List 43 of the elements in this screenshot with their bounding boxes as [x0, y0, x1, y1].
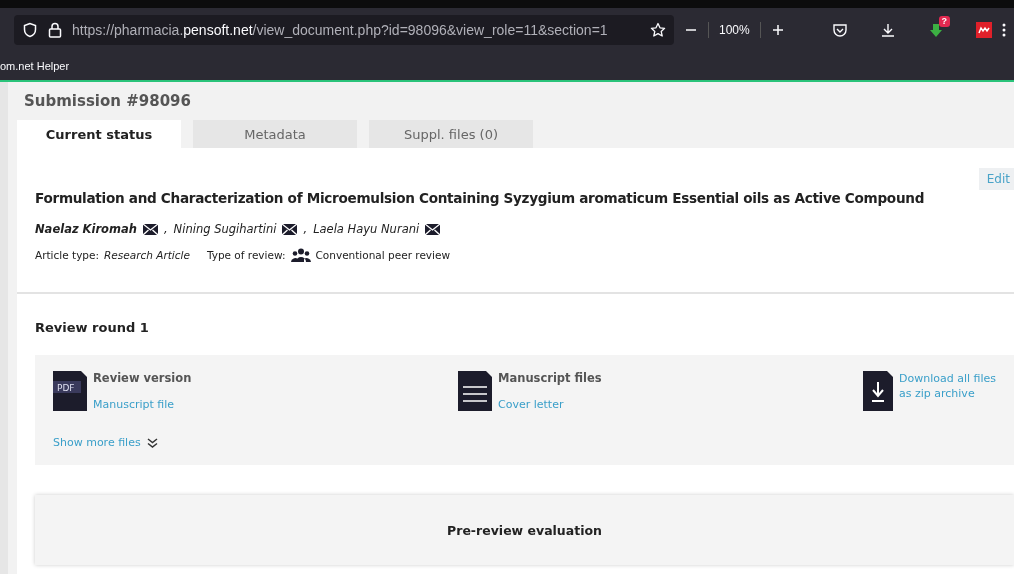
section-title: Review round 1	[35, 320, 150, 335]
envelope-icon[interactable]	[282, 223, 298, 235]
menu-icon[interactable]	[1002, 23, 1006, 37]
zoom-in-icon[interactable]	[770, 23, 785, 37]
article-type: Research Article	[104, 249, 190, 261]
pdf-file-icon[interactable]: PDF	[53, 371, 87, 411]
tab[interactable]: Suppl. files (0)	[369, 120, 533, 148]
envelope-icon[interactable]	[142, 223, 158, 235]
article-title: Formulation and Characterization of Microemulsion Containing Syzygium aromaticum Essential oils as Active Compound	[35, 190, 926, 206]
download-icon[interactable]	[880, 22, 896, 38]
review-type: Conventional peer review	[315, 249, 451, 261]
download-file-icon[interactable]	[863, 371, 893, 411]
show-more-link[interactable]: Show more files	[53, 436, 141, 449]
author-name: Nining Sugihartini	[173, 222, 277, 236]
submission-title: Submission #98096	[24, 92, 192, 110]
file-link[interactable]: Cover letter	[498, 398, 564, 411]
file-link[interactable]: Manuscript file	[93, 398, 175, 411]
comma: ,	[303, 222, 308, 236]
pocket-icon[interactable]	[832, 22, 848, 38]
people-icon	[290, 248, 311, 262]
envelope-icon[interactable]	[425, 223, 441, 235]
double-chevron-icon[interactable]	[146, 437, 158, 448]
field-label: Type of review:	[206, 249, 286, 261]
edit-button[interactable]: Edit	[978, 168, 1014, 190]
file-group-title: Review version	[93, 371, 192, 385]
tab[interactable]: Metadata	[193, 120, 357, 148]
file-group-title: Manuscript files	[498, 371, 602, 385]
tab[interactable]: Current status	[17, 120, 181, 148]
extension-icon[interactable]	[928, 22, 944, 38]
field-label: Article type:	[35, 249, 99, 261]
author-name: Laela Hayu Nurani	[313, 222, 420, 236]
document-icon[interactable]	[458, 371, 492, 411]
comma: ,	[163, 222, 168, 236]
extension-icon[interactable]	[976, 22, 992, 38]
zoom-level[interactable]: 100%	[719, 23, 750, 37]
notification-badge: ?	[938, 16, 950, 27]
star-icon[interactable]	[650, 22, 666, 38]
panel-title: Pre-review evaluation	[447, 522, 602, 538]
lock-icon[interactable]	[48, 22, 62, 38]
author-name: Naelaz Kiromah	[35, 222, 137, 236]
file-link[interactable]: Download all files as zip archive	[899, 371, 1009, 401]
bookmark-item[interactable]: om.net Helper	[0, 60, 70, 72]
shield-icon[interactable]	[22, 22, 38, 38]
